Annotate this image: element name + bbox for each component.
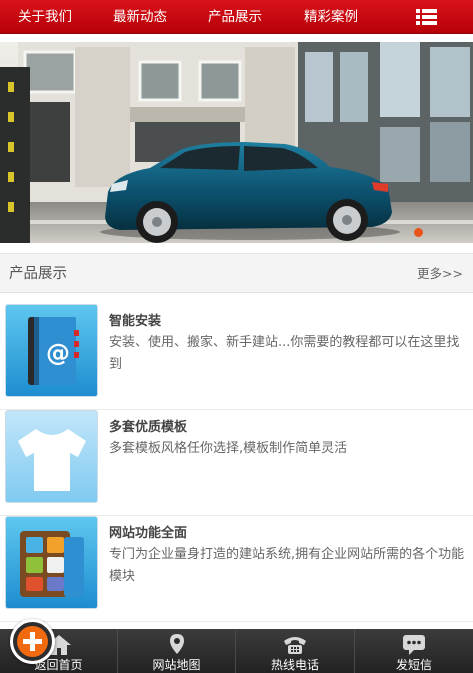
nav-item-about[interactable]: 关于我们: [18, 0, 72, 34]
bottom-item-label: 发短信: [395, 658, 432, 672]
top-nav: 关于我们 最新动态 产品展示 精彩案例: [0, 0, 473, 34]
more-link[interactable]: 更多>>: [417, 254, 463, 294]
bottom-item-label: 返回首页: [34, 658, 83, 672]
message-bubble-icon: [403, 635, 425, 655]
bottom-toolbar: 返回首页 网站地图 热线电话 发短信: [0, 629, 473, 673]
nav-item-cases[interactable]: 精彩案例: [304, 0, 358, 34]
item-title: 网站功能全面: [109, 526, 188, 541]
banner-car-image: [0, 42, 473, 243]
item-description: 专门为企业量身打造的建站系统,拥有企业网站所需的各个功能模块: [109, 547, 465, 584]
nav-item-news[interactable]: 最新动态: [113, 0, 167, 34]
list-menu-icon[interactable]: [416, 9, 437, 25]
banner-carousel[interactable]: [0, 42, 473, 243]
bottom-item-label: 网站地图: [152, 658, 201, 672]
list-item[interactable]: 网站功能全面 专门为企业量身打造的建站系统,拥有企业网站所需的各个功能模块: [0, 516, 473, 622]
section-header-products: 产品展示 更多>>: [0, 253, 473, 293]
floating-add-button[interactable]: [10, 619, 55, 664]
list-item[interactable]: @ 智能安装 安装、使用、搬家、新手建站...你需要的教程都可以在这里找到: [0, 304, 473, 410]
bottom-item-label: 热线电话: [270, 658, 319, 672]
telephone-icon: [284, 637, 306, 654]
carousel-dot-active[interactable]: [414, 228, 423, 237]
nav-item-products[interactable]: 产品展示: [208, 0, 262, 34]
item-title: 多套优质模板: [109, 420, 188, 435]
item-description: 多套模板风格任你选择,模板制作简单灵活: [109, 441, 348, 456]
svg-text:@: @: [46, 339, 70, 367]
map-pin-icon: [169, 634, 184, 654]
section-title: 产品展示: [9, 266, 67, 282]
tshirt-icon: [5, 410, 98, 503]
bottom-item-sms[interactable]: 发短信: [355, 629, 473, 673]
item-description: 安装、使用、搬家、新手建站...你需要的教程都可以在这里找到: [109, 335, 460, 372]
plus-icon: [17, 626, 48, 657]
bottom-item-sitemap[interactable]: 网站地图: [118, 629, 236, 673]
list-item[interactable]: 多套优质模板 多套模板风格任你选择,模板制作简单灵活: [0, 410, 473, 516]
app-grid-book-icon: [5, 516, 98, 609]
item-title: 智能安装: [109, 314, 162, 329]
bottom-item-hotline[interactable]: 热线电话: [236, 629, 355, 673]
address-book-at-icon: @: [5, 304, 98, 397]
